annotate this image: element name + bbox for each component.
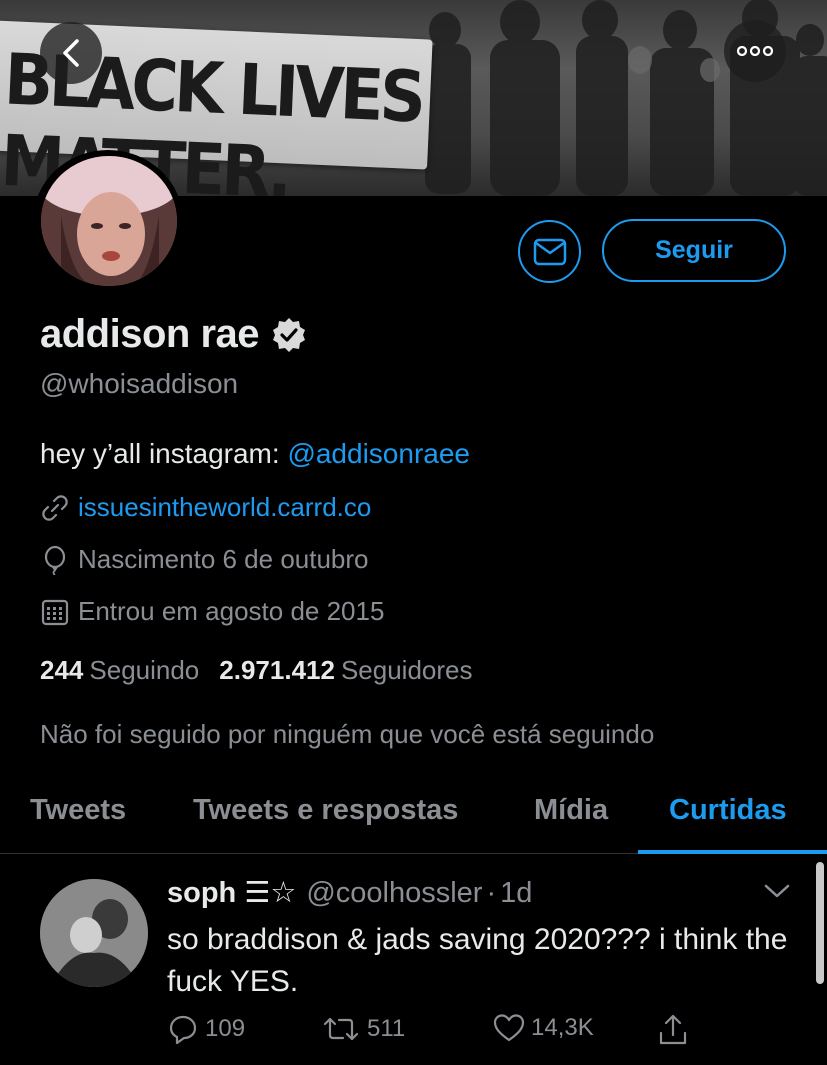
birthday-text: Nascimento 6 de outubro xyxy=(78,544,369,574)
tweet-text: so braddison & jads saving 2020??? i thi… xyxy=(167,923,788,998)
retweet-button[interactable]: 511 xyxy=(321,1013,405,1045)
more-options-button[interactable] xyxy=(724,20,786,82)
joined-row: Entrou em agosto de 2015 xyxy=(40,596,384,627)
tab-tweets[interactable]: Tweets xyxy=(30,794,126,827)
share-icon xyxy=(659,1014,687,1045)
joined-text: Entrou em agosto de 2015 xyxy=(78,596,385,626)
birthday-row: Nascimento 6 de outubro xyxy=(40,544,369,575)
share-button[interactable] xyxy=(657,1013,689,1047)
website-link[interactable]: issuesintheworld.carrd.co xyxy=(78,492,371,523)
retweet-count: 511 xyxy=(367,1015,406,1042)
profile-tabs: Tweets Tweets e respostas Mídia Curtidas xyxy=(0,780,827,854)
reply-icon xyxy=(169,1015,197,1045)
followers-count: 2.971.412 xyxy=(219,655,335,685)
follow-button[interactable]: Seguir xyxy=(602,219,786,282)
calendar-icon xyxy=(41,599,69,625)
retweet-icon xyxy=(323,1017,359,1041)
followers-stat[interactable]: 2.971.412 Seguidores xyxy=(219,655,472,686)
active-tab-indicator xyxy=(638,850,827,854)
website-row: issuesintheworld.carrd.co xyxy=(40,492,371,523)
tweet-actions: 109 511 14,3K xyxy=(167,1013,707,1053)
tweet-separator: · xyxy=(486,877,497,909)
profile-name-row: addison rae xyxy=(40,312,307,357)
tab-media[interactable]: Mídia xyxy=(534,794,608,827)
avatar[interactable] xyxy=(41,156,177,286)
scrollbar[interactable] xyxy=(816,862,824,984)
follow-stats: 244 Seguindo 2.971.412 Seguidores xyxy=(40,655,473,686)
chevron-down-icon[interactable] xyxy=(762,881,792,901)
profile-handle: @whoisaddison xyxy=(40,368,239,399)
following-count: 244 xyxy=(40,655,84,685)
avatar-photo xyxy=(41,156,177,286)
tweet-time: 1d xyxy=(500,877,533,909)
following-stat[interactable]: 244 Seguindo xyxy=(40,655,199,686)
link-icon xyxy=(42,494,68,521)
tab-likes[interactable]: Curtidas xyxy=(669,794,787,827)
profile-bio: hey y’all instagram: @addisonraee xyxy=(40,438,470,470)
like-count: 14,3K xyxy=(531,1014,594,1041)
tweet-author-name[interactable]: soph ☰☆ xyxy=(167,875,296,910)
tweet[interactable]: soph ☰☆ @coolhossler · 1d so braddison &… xyxy=(0,855,827,1065)
tweet-avatar-photo xyxy=(40,879,148,987)
tweet-author-handle[interactable]: @coolhossler xyxy=(306,877,482,910)
mail-icon xyxy=(533,238,566,265)
like-button[interactable]: 14,3K xyxy=(493,1013,594,1043)
back-button[interactable] xyxy=(40,22,102,84)
tweet-author-avatar[interactable] xyxy=(40,879,148,987)
followers-label: Seguidores xyxy=(340,655,473,685)
chevron-left-icon xyxy=(63,39,79,67)
balloon-icon xyxy=(44,545,66,575)
tweet-header: soph ☰☆ @coolhossler · 1d xyxy=(167,875,532,910)
heart-icon xyxy=(493,1014,525,1042)
tab-tweets-and-replies[interactable]: Tweets e respostas xyxy=(193,794,458,827)
bio-instagram-link[interactable]: @addisonraee xyxy=(287,438,470,469)
following-label: Seguindo xyxy=(89,655,200,685)
followed-by-text: Não foi seguido por ninguém que você est… xyxy=(40,719,655,749)
more-dots-icon xyxy=(737,46,773,56)
reply-button[interactable]: 109 xyxy=(167,1013,245,1045)
bio-text: hey y’all instagram: xyxy=(40,438,288,469)
display-name: addison rae xyxy=(40,312,260,356)
verified-badge-icon xyxy=(273,317,306,352)
reply-count: 109 xyxy=(205,1015,246,1042)
message-button[interactable] xyxy=(518,220,581,283)
author-name-symbols: ☰☆ xyxy=(244,877,297,909)
